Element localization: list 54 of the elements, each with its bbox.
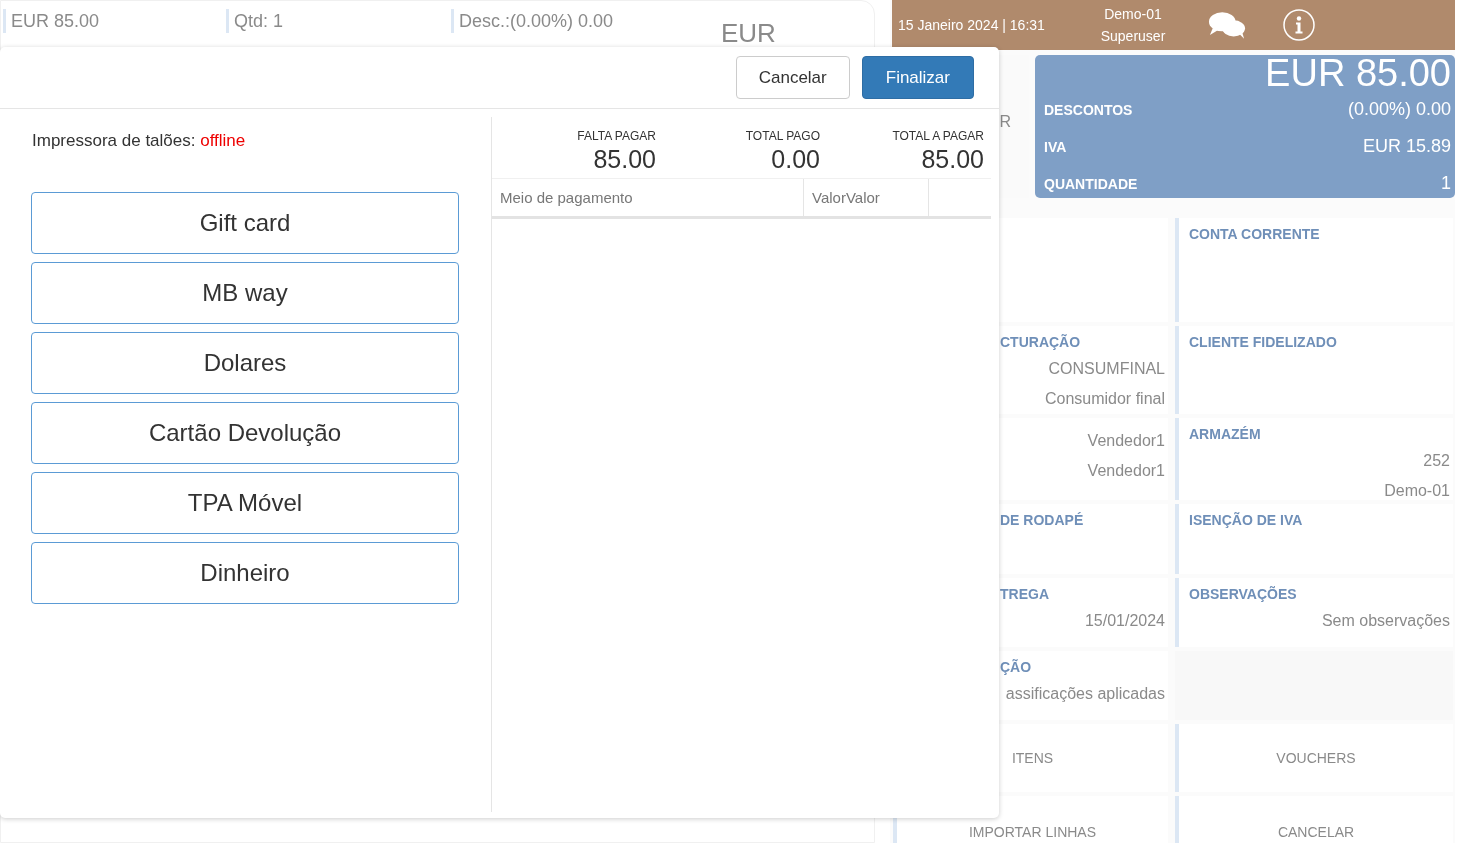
payment-method-button[interactable]: TPA Móvel (31, 472, 459, 534)
info-icon[interactable] (1283, 9, 1315, 41)
side-card-text: R (999, 112, 1011, 131)
order-total: EUR 85.00 (3, 9, 226, 33)
quantity-label: Qtd: 1 (226, 9, 451, 33)
card-value: Sem observações (1320, 611, 1450, 631)
summary-label: IVA (1044, 138, 1067, 155)
card-value: Consumidor final (1043, 389, 1165, 409)
total-label: TOTAL A PAGAR (892, 129, 984, 143)
total-value: 85.00 (593, 144, 656, 175)
printer-status: Impressora de talões: offline (32, 131, 246, 151)
card-value: Vendedor1 (1086, 461, 1165, 481)
total-label: TOTAL PAGO (745, 129, 820, 143)
card-title: OBSERVAÇÕES (1189, 585, 1298, 604)
discount-label: Desc.:(0.00%) 0.00 (451, 9, 721, 33)
card-value: CONSUMFINAL (1047, 359, 1165, 379)
card-title: ARMAZÉM (1189, 425, 1262, 444)
total-label: FALTA PAGAR (577, 129, 656, 143)
card-value: Vendedor1 (1086, 431, 1165, 451)
card-title: ISENÇÃO DE IVA (1189, 511, 1304, 530)
card-value: assificações aplicadas (1004, 684, 1165, 704)
chat-bubbles-icon[interactable] (1208, 10, 1246, 40)
cancel-button[interactable]: Cancelar (735, 56, 850, 99)
finish-button[interactable]: Finalizar (861, 56, 974, 99)
card-title: CONTA CORRENTE (1189, 225, 1321, 244)
card-value: 252 (1422, 451, 1450, 471)
payment-method-button[interactable]: MB way (31, 262, 459, 324)
date-time: 15 Janeiro 2024 | 16:31 (898, 17, 1046, 33)
user-name: Superuser (1100, 27, 1166, 46)
card-title: ÇÃO (1000, 658, 1033, 677)
card-title: CTURAÇÃO (1000, 333, 1082, 352)
summary-value: (0.00%) 0.00 (1347, 99, 1451, 120)
card-value: 15/01/2024 (1083, 611, 1165, 631)
total-value: 85.00 (921, 144, 984, 175)
payment-method-button[interactable]: Gift card (31, 192, 459, 254)
card-value: Demo-01 (1383, 481, 1450, 501)
summary-value: EUR 15.89 (1362, 136, 1451, 157)
currency-label: EUR (721, 19, 776, 47)
card-title: DE RODAPÉ (1000, 511, 1085, 530)
store-name: Demo-01 (1104, 5, 1162, 24)
payment-method-button[interactable]: Dinheiro (31, 542, 459, 604)
action-button[interactable]: VOUCHERS (1175, 724, 1453, 792)
summary-label: DESCONTOS (1044, 101, 1133, 118)
card-title: CLIENTE FIDELIZADO (1189, 333, 1338, 352)
action-button[interactable]: CANCELAR (1175, 796, 1453, 843)
column-header: Meio de pagamento (492, 179, 804, 216)
grand-total: EUR 85.00 (1264, 55, 1451, 91)
card-title: TREGA (1000, 585, 1050, 604)
payment-method-button[interactable]: Cartão Devolução (31, 402, 459, 464)
column-header: ValorValor (804, 179, 929, 216)
summary-label: QUANTIDADE (1044, 175, 1138, 192)
payment-method-button[interactable]: Dolares (31, 332, 459, 394)
total-value: 0.00 (771, 144, 820, 175)
summary-value: 1 (1441, 173, 1451, 194)
